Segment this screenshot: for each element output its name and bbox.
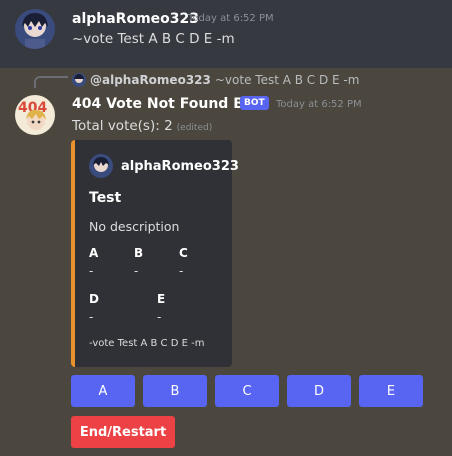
field-value: - [157, 310, 162, 324]
field-c: C - [179, 246, 188, 278]
user-message: alphaRomeo323 Today at 6:52 PM ~vote Tes… [0, 0, 452, 68]
poll-embed: alphaRomeo323 Test No description A - B … [71, 140, 239, 367]
reply-mention[interactable]: @alphaRomeo323 [90, 73, 211, 87]
field-a: A - [89, 246, 98, 278]
bot-timestamp: Today at 6:52 PM [276, 99, 362, 110]
field-e: E - [157, 292, 165, 324]
reply-avatar [72, 73, 86, 87]
timestamp: Today at 6:52 PM [188, 13, 274, 24]
bot-username[interactable]: 404 Vote Not Found Bot [72, 96, 260, 112]
embed-author-avatar [89, 154, 113, 178]
embed-author: alphaRomeo323 [89, 154, 239, 178]
field-d: D - [89, 292, 99, 324]
field-value: - [179, 264, 184, 278]
embed-author-name: alphaRomeo323 [121, 158, 239, 174]
field-name: B [134, 246, 144, 260]
vote-button-c[interactable]: C [215, 375, 279, 407]
username[interactable]: alphaRomeo323 [72, 11, 199, 27]
field-name: C [179, 246, 188, 260]
user-avatar[interactable] [15, 9, 55, 49]
message-content: ~vote Test A B C D E -m [72, 31, 235, 47]
end-restart-button[interactable]: End/Restart [71, 416, 175, 448]
embed-title: Test [89, 190, 122, 206]
reply-preview[interactable]: @alphaRomeo323 ~vote Test A B C D E -m [72, 73, 359, 87]
field-b: B - [134, 246, 143, 278]
bot-message-content: Total vote(s): 2 (edited) [72, 118, 212, 134]
reply-connector [34, 76, 68, 88]
vote-button-a[interactable]: A [71, 375, 135, 407]
field-value: - [89, 264, 94, 278]
embed-footer: -vote Test A B C D E -m [89, 338, 205, 349]
embed-description: No description [89, 219, 180, 234]
field-name: A [89, 246, 99, 260]
field-value: - [134, 264, 139, 278]
vote-button-b[interactable]: B [143, 375, 207, 407]
vote-button-e[interactable]: E [359, 375, 423, 407]
edited-label: (edited) [176, 123, 213, 133]
field-value: - [89, 310, 94, 324]
field-name: E [157, 292, 166, 306]
bot-badge: BOT [240, 96, 269, 110]
bot-avatar[interactable]: 404 [15, 95, 55, 135]
total-votes: Total vote(s): 2 [72, 118, 173, 134]
field-name: D [89, 292, 99, 306]
vote-button-d[interactable]: D [287, 375, 351, 407]
reply-text: ~vote Test A B C D E -m [214, 73, 360, 87]
